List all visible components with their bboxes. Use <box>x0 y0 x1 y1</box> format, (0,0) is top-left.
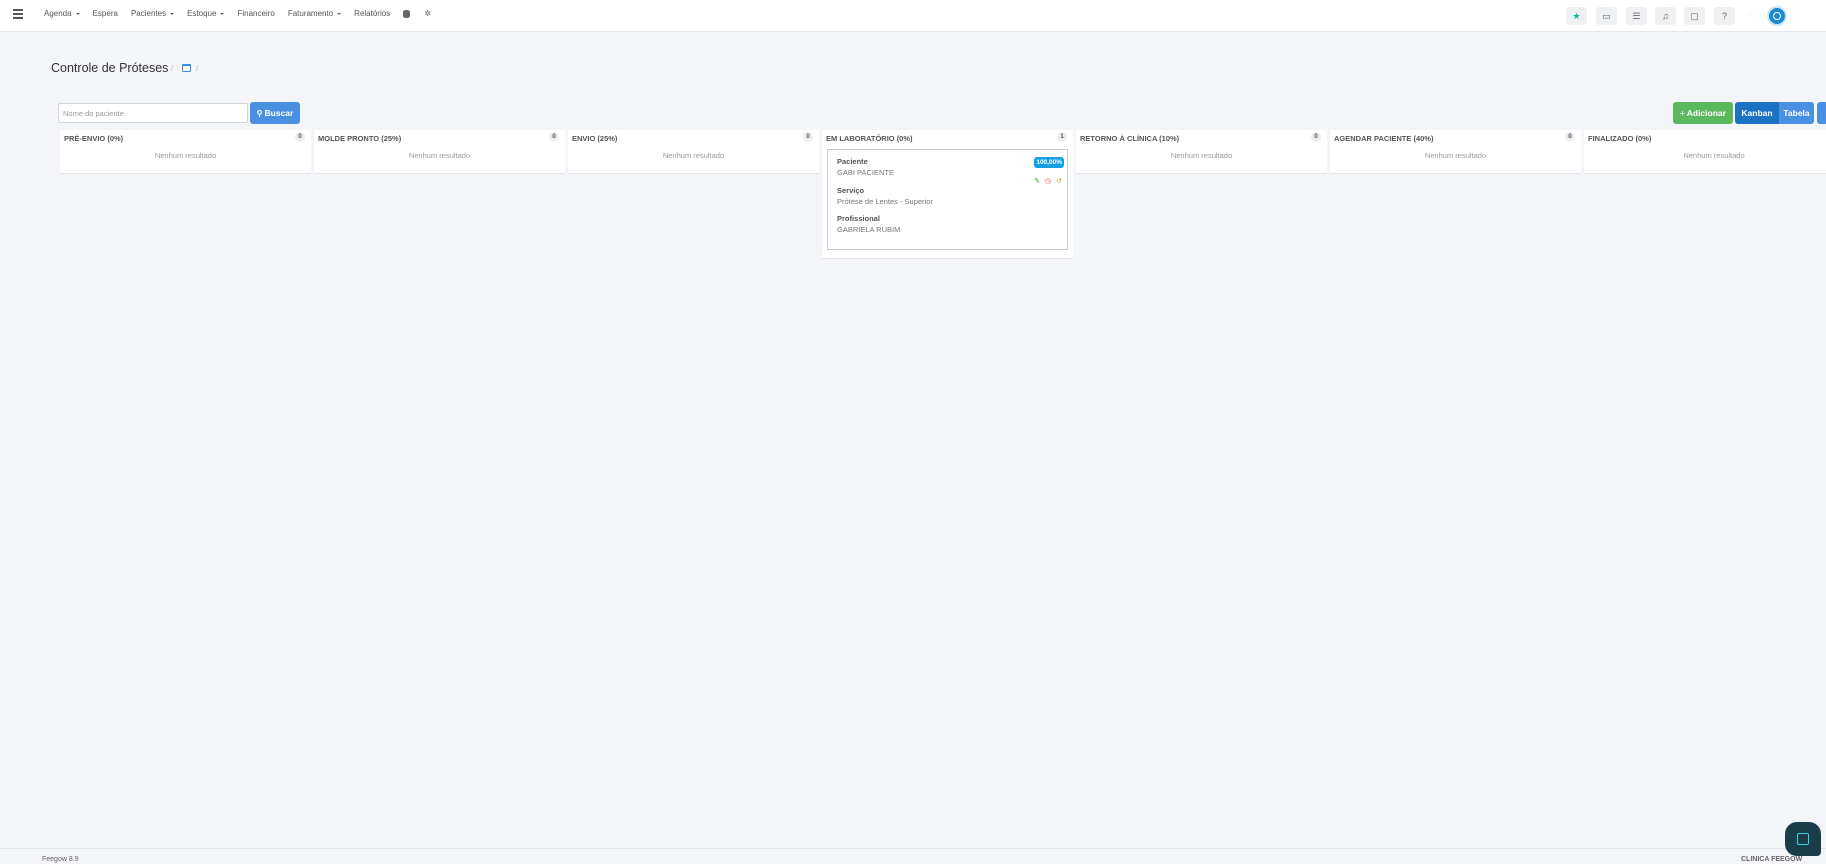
kanban-column-em-laboratorio: EM LABORATÓRIO (0%) 1 100,00% Paciente G… <box>822 130 1073 259</box>
search-input[interactable] <box>58 103 248 123</box>
column-count-badge: 0 <box>1565 132 1575 142</box>
list-icon[interactable]: ☰ <box>1626 7 1647 25</box>
clock-icon[interactable]: ◷ <box>1045 178 1051 186</box>
column-count-badge: 0 <box>295 132 305 142</box>
search-icon: ⚲ <box>256 108 263 118</box>
column-header: AGENDAR PACIENTE (40%) 0 <box>1330 130 1581 146</box>
column-title: AGENDAR PACIENTE (40%) <box>1334 134 1434 143</box>
caret-down-icon <box>220 12 225 15</box>
inbox-icon[interactable]: ▭ <box>1596 7 1617 25</box>
patient-value: GABI PACIENTE <box>837 168 894 177</box>
column-count-badge: 0 <box>803 132 813 142</box>
bell-icon[interactable]: ♫ <box>1655 7 1676 25</box>
nav-financeiro[interactable]: Financeiro <box>237 9 274 18</box>
table-view-button[interactable]: Tabela <box>1779 102 1814 124</box>
more-button[interactable] <box>1817 102 1826 124</box>
undo-icon[interactable]: ↺ <box>1056 178 1062 186</box>
kanban-column-pre-envio: PRÉ-ENVIO (0%) 0 Nenhum resultado <box>60 130 311 174</box>
nav-faturamento[interactable]: Faturamento <box>288 9 342 18</box>
kanban-column-agendar-paciente: AGENDAR PACIENTE (40%) 0 Nenhum resultad… <box>1330 130 1581 174</box>
column-count-badge: 0 <box>1311 132 1321 142</box>
empty-message: Nenhum resultado <box>1424 151 1487 160</box>
column-title: EM LABORATÓRIO (0%) <box>826 134 913 143</box>
gear-icon[interactable]: ✲ <box>423 9 432 18</box>
column-title: PRÉ-ENVIO (0%) <box>64 134 124 143</box>
card-actions: ✎ ◷ ↺ <box>1029 178 1062 186</box>
empty-message: Nenhum resultado <box>1683 151 1745 160</box>
empty-message: Nenhum resultado <box>1170 151 1233 160</box>
column-header: MOLDE PRONTO (25%) 0 <box>314 130 565 146</box>
nav-pacientes[interactable]: Pacientes <box>131 9 175 18</box>
clinic-name: CLINICA FEEGOW <box>1741 856 1803 863</box>
column-header: RETORNO À CLÍNICA (10%) 0 <box>1076 130 1327 146</box>
calendar-icon[interactable] <box>182 64 191 72</box>
column-title: RETORNO À CLÍNICA (10%) <box>1080 134 1180 143</box>
kanban-column-retorno-clinica: RETORNO À CLÍNICA (10%) 0 Nenhum resulta… <box>1076 130 1327 174</box>
column-count-badge: 1 <box>1057 132 1067 142</box>
separator-dots: ·· <box>1747 11 1754 18</box>
column-count-badge: 0 <box>549 132 559 142</box>
kanban-column-finalizado: FINALIZADO (0%) Nenhum resultado <box>1584 130 1826 174</box>
add-button[interactable]: + Adicionar <box>1673 102 1733 124</box>
column-title: FINALIZADO (0%) <box>1588 134 1652 143</box>
menu-icon[interactable] <box>13 9 23 19</box>
kanban-column-envio: ENVIO (25%) 0 Nenhum resultado <box>568 130 819 174</box>
column-header: PRÉ-ENVIO (0%) 0 <box>60 130 311 146</box>
footer: Feegow 8.9 CLINICA FEEGOW <box>0 848 1826 864</box>
empty-message: Nenhum resultado <box>408 151 471 160</box>
main-nav: Agenda Espera Pacientes Estoque Financei… <box>44 9 445 18</box>
chat-icon[interactable]: ▢ <box>1684 7 1705 25</box>
nav-espera[interactable]: Espera <box>93 9 118 18</box>
column-header: EM LABORATÓRIO (0%) 1 <box>822 130 1073 146</box>
prosthesis-card[interactable]: 100,00% Paciente GABI PACIENTE ✎ ◷ ↺ Ser… <box>827 149 1068 250</box>
edit-icon[interactable]: ✎ <box>1034 178 1040 186</box>
empty-message: Nenhum resultado <box>662 151 725 160</box>
caret-down-icon <box>170 12 175 15</box>
column-title: ENVIO (25%) <box>572 134 618 143</box>
chat-bubble-icon <box>1797 833 1809 845</box>
professional-label: Profissional <box>837 214 880 223</box>
caret-down-icon <box>75 12 80 15</box>
app-version: Feegow 8.9 <box>42 856 79 863</box>
service-value: Prótese de Lentes - Superior <box>837 197 933 206</box>
column-header: FINALIZADO (0%) <box>1584 130 1826 146</box>
professional-value: GABRIELA RUBIM <box>837 225 901 234</box>
avatar[interactable] <box>1767 6 1787 26</box>
kanban-view-button[interactable]: Kanban <box>1735 102 1779 124</box>
support-chat-button[interactable] <box>1785 822 1821 856</box>
search-button[interactable]: ⚲ Buscar <box>250 102 300 124</box>
patient-label: Paciente <box>837 157 868 166</box>
kanban-column-molde-pronto: MOLDE PRONTO (25%) 0 Nenhum resultado <box>314 130 565 174</box>
nav-agenda[interactable]: Agenda <box>44 9 80 18</box>
user-icon <box>1773 12 1781 20</box>
empty-message: Nenhum resultado <box>154 151 217 160</box>
database-icon[interactable] <box>403 9 411 18</box>
breadcrumb-separator: / <box>171 64 174 73</box>
nav-estoque[interactable]: Estoque <box>187 9 225 18</box>
nav-relatorios[interactable]: Relatórios <box>354 9 390 18</box>
help-icon[interactable]: ? <box>1714 7 1735 25</box>
plus-icon: + <box>1680 108 1685 118</box>
caret-down-icon <box>337 12 342 15</box>
top-navbar: Agenda Espera Pacientes Estoque Financei… <box>0 0 1826 32</box>
column-title: MOLDE PRONTO (25%) <box>318 134 402 143</box>
star-icon[interactable]: ★ <box>1566 7 1587 25</box>
progress-badge: 100,00% <box>1034 157 1064 168</box>
column-header: ENVIO (25%) 0 <box>568 130 819 146</box>
service-label: Serviço <box>837 186 865 195</box>
breadcrumb-separator: / <box>196 64 199 73</box>
page-title: Controle de Próteses <box>51 61 169 75</box>
